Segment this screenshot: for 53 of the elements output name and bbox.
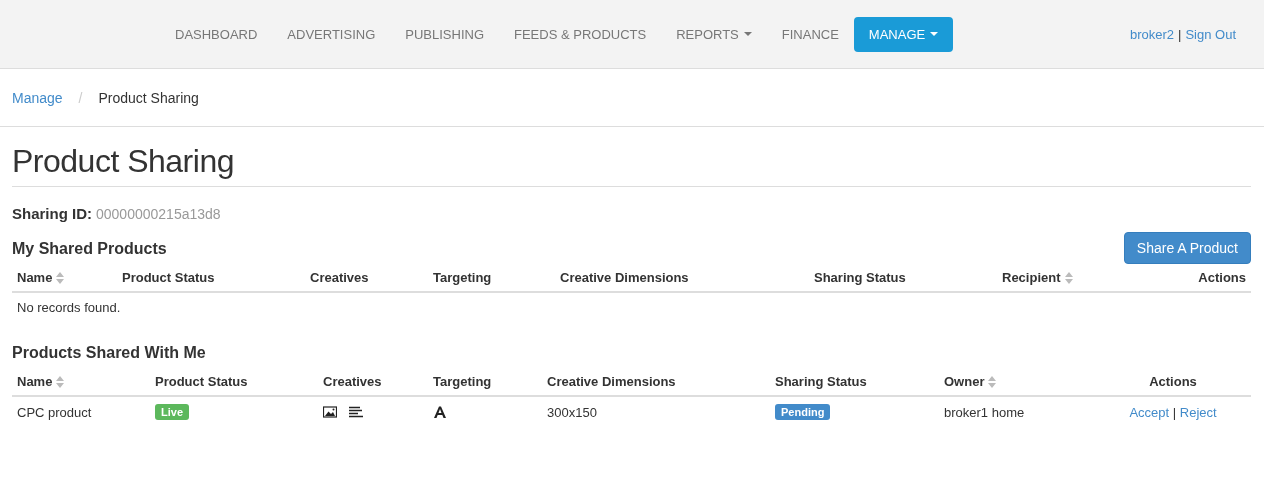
column-header: Creative Dimensions — [555, 264, 809, 292]
breadcrumb-link[interactable]: Manage — [12, 89, 63, 106]
caret-icon — [743, 32, 752, 36]
section-title: Products Shared With Me — [12, 344, 207, 362]
caret-icon — [930, 32, 939, 36]
column-header: Actions — [1170, 264, 1251, 292]
sort-icon — [56, 271, 65, 284]
table-cell: broker1 home — [944, 404, 1025, 420]
column-header: Creatives — [318, 368, 428, 396]
action-link[interactable]: Accept — [1129, 404, 1170, 420]
column-header: Targeting — [428, 368, 542, 396]
nav-tab[interactable]: REPORTS — [661, 16, 767, 52]
section-title: My Shared Products — [12, 240, 167, 258]
sort-icon — [56, 375, 65, 388]
separator: | — [1172, 404, 1177, 420]
column-header: Targeting — [428, 264, 555, 292]
status-badge: Live — [155, 404, 189, 420]
sort-icon — [1064, 271, 1073, 284]
nav-tab[interactable]: ADVERTISING — [272, 16, 391, 52]
page-title: Product Sharing — [12, 143, 1251, 187]
breadcrumb-current: Product Sharing — [98, 89, 199, 106]
column-header: Actions — [1095, 368, 1251, 396]
column-header[interactable]: Name — [12, 368, 150, 396]
status-badge: Pending — [775, 404, 831, 420]
table-cell: 300x150 — [547, 404, 597, 420]
nav-tab[interactable]: MANAGE — [853, 16, 954, 52]
column-header: Creative Dimensions — [542, 368, 770, 396]
column-header: Sharing Status — [809, 264, 997, 292]
column-header: Creatives — [305, 264, 428, 292]
nav-tab[interactable]: FEEDS & PRODUCTS — [499, 16, 662, 52]
column-header[interactable]: Name — [12, 264, 117, 292]
share-product-button[interactable]: Share A Product — [1123, 232, 1251, 264]
column-header: Sharing Status — [770, 368, 939, 396]
user-link[interactable]: broker2 — [1129, 26, 1174, 42]
column-header[interactable]: Recipient — [997, 264, 1170, 292]
column-header: Product Status — [117, 264, 305, 292]
text-lines-icon — [349, 406, 363, 418]
sharing-id-value: 00000000215a13d8 — [96, 206, 221, 222]
image-icon — [323, 406, 337, 418]
nav-tab[interactable]: PUBLISHING — [390, 16, 499, 52]
sort-icon — [988, 375, 997, 388]
empty-message: No records found. — [17, 300, 121, 315]
nav-tab[interactable]: DASHBOARD — [160, 16, 273, 52]
nav-tab[interactable]: FINANCE — [766, 16, 854, 52]
column-header: Product Status — [150, 368, 318, 396]
table-cell: CPC product — [17, 404, 92, 420]
font-icon — [433, 406, 447, 418]
sign-out-link[interactable]: Sign Out — [1185, 26, 1236, 42]
action-link[interactable]: Reject — [1179, 404, 1217, 420]
separator: | — [1178, 26, 1182, 42]
sharing-id-label: Sharing ID: — [12, 205, 92, 222]
breadcrumb-separator: / — [78, 89, 83, 106]
column-header[interactable]: Owner — [939, 368, 1095, 396]
